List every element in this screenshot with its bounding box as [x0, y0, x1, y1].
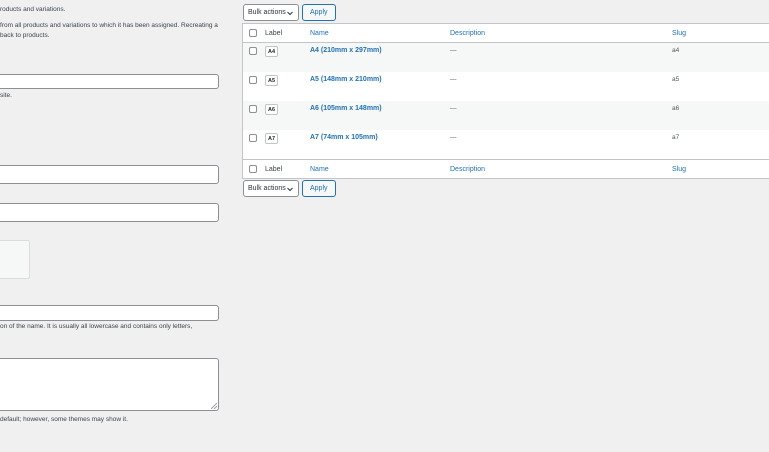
column-footer-description[interactable]: Description [450, 165, 485, 174]
row-checkbox[interactable] [249, 76, 257, 84]
term-name-link[interactable]: A6 (105mm x 148mm) [310, 104, 382, 113]
add-term-form: roducts and variations. from all product… [0, 0, 232, 452]
table-row: A7 A7 (74mm x 105mm) — a7 [243, 130, 769, 159]
column-header-description[interactable]: Description [450, 29, 485, 38]
select-all-checkbox[interactable] [249, 165, 257, 173]
table-row: A6 A6 (105mm x 148mm) — a6 [243, 101, 769, 130]
help-text: from all products and variations to whic… [0, 22, 218, 29]
term-slug: a6 [672, 105, 680, 112]
bulk-actions-bottom: Bulk actions Apply [243, 180, 336, 197]
chevron-down-icon [287, 187, 293, 191]
description-help-text: default; however, some themes may show i… [0, 416, 128, 423]
term-name-link[interactable]: A7 (74mm x 105mm) [310, 133, 378, 142]
term-name-link[interactable]: A4 (210mm x 297mm) [310, 46, 382, 55]
image-preview[interactable] [0, 240, 30, 279]
select-field[interactable] [0, 203, 219, 222]
slug-input[interactable] [0, 305, 219, 321]
term-description: — [450, 76, 457, 83]
label-badge: A6 [265, 104, 278, 115]
row-checkbox[interactable] [249, 134, 257, 142]
bulk-actions-top: Bulk actions Apply [243, 4, 336, 21]
label-badge: A5 [265, 75, 278, 86]
bulk-actions-label: Bulk actions [248, 185, 286, 192]
label-badge: A4 [265, 46, 278, 57]
column-footer-label: Label [265, 166, 283, 173]
column-header-label: Label [265, 30, 283, 37]
select-field[interactable] [0, 165, 219, 184]
term-description: — [450, 105, 457, 112]
apply-button[interactable]: Apply [302, 180, 336, 197]
apply-button[interactable]: Apply [302, 4, 336, 21]
bulk-actions-label: Bulk actions [248, 9, 286, 16]
column-header-name[interactable]: Name [310, 29, 329, 38]
help-text: back to products. [0, 32, 50, 39]
term-slug: a5 [672, 76, 680, 83]
name-input[interactable] [0, 74, 219, 89]
bulk-actions-select[interactable]: Bulk actions [243, 180, 299, 197]
terms-table: Label Name Description Slug A4 A4 (210mm… [242, 23, 769, 179]
row-checkbox[interactable] [249, 47, 257, 55]
column-header-slug[interactable]: Slug [672, 29, 686, 38]
term-slug: a4 [672, 47, 680, 54]
column-footer-name[interactable]: Name [310, 165, 329, 174]
chevron-down-icon [287, 11, 293, 15]
term-description: — [450, 134, 457, 141]
term-name-link[interactable]: A5 (148mm x 210mm) [310, 75, 382, 84]
resize-grip-icon[interactable] [211, 403, 217, 409]
description-textarea[interactable] [0, 358, 219, 411]
bulk-actions-select[interactable]: Bulk actions [243, 4, 299, 21]
term-description: — [450, 47, 457, 54]
slug-help-text: on of the name. It is usually all lowerc… [0, 323, 193, 330]
column-footer-slug[interactable]: Slug [672, 165, 686, 174]
table-footer: Label Name Description Slug [243, 159, 769, 178]
table-header: Label Name Description Slug [243, 24, 769, 43]
name-help-text: site. [0, 92, 12, 99]
label-badge: A7 [265, 133, 278, 144]
table-row: A4 A4 (210mm x 297mm) — a4 [243, 43, 769, 72]
table-row: A5 A5 (148mm x 210mm) — a5 [243, 72, 769, 101]
help-text: roducts and variations. [0, 6, 66, 13]
term-slug: a7 [672, 134, 680, 141]
select-all-checkbox[interactable] [249, 29, 257, 37]
row-checkbox[interactable] [249, 105, 257, 113]
